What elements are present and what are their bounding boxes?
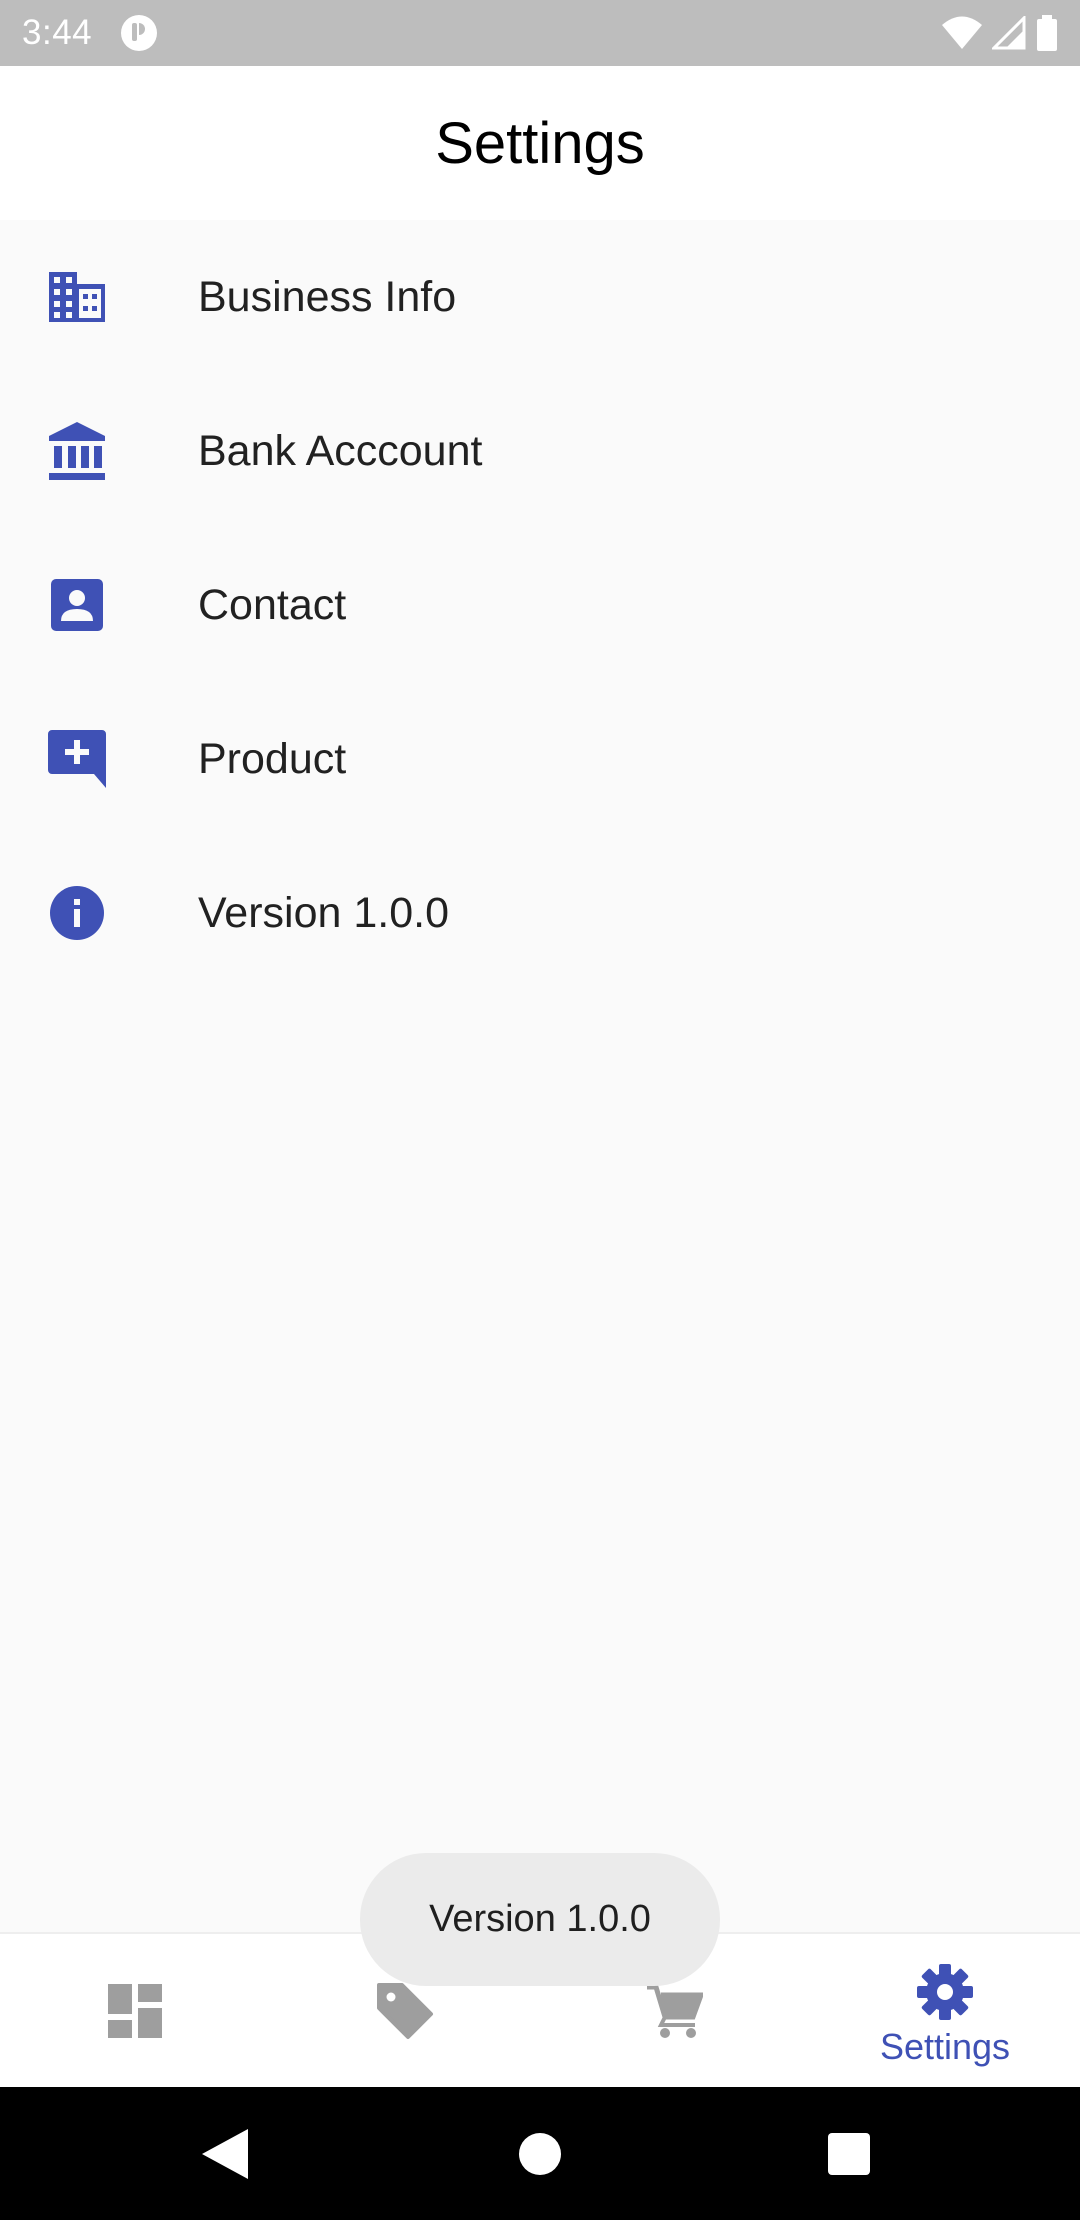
settings-item-business-info[interactable]: Business Info [0, 220, 1080, 374]
settings-item-label: Bank Acccount [198, 426, 483, 475]
status-icons [942, 15, 1058, 51]
status-bar: 3:44 [0, 0, 1080, 66]
dashboard-icon [105, 1981, 165, 2041]
battery-icon [1036, 15, 1058, 51]
settings-item-label: Product [198, 734, 347, 783]
home-button[interactable] [516, 2130, 564, 2178]
recents-button[interactable] [826, 2131, 872, 2177]
wifi-icon [942, 16, 982, 50]
settings-item-product[interactable]: Product [0, 682, 1080, 836]
back-button[interactable] [200, 2127, 250, 2181]
cart-icon [645, 1981, 705, 2041]
gear-icon [915, 1962, 975, 2022]
bank-icon [47, 421, 107, 481]
settings-screen: 3:44 Settings Business Info Bank Acccoun… [0, 0, 1080, 2220]
cell-signal-icon [992, 16, 1026, 50]
tag-icon [375, 1981, 435, 2041]
page-title: Settings [435, 110, 645, 176]
nav-item-dashboard[interactable] [0, 1934, 270, 2087]
notification-app-icon [120, 14, 158, 52]
settings-item-version[interactable]: Version 1.0.0 [0, 836, 1080, 990]
toast-message: Version 1.0.0 [360, 1853, 720, 1986]
settings-list: Business Info Bank Acccount Contact Prod… [0, 220, 1080, 990]
settings-item-label: Business Info [198, 272, 457, 321]
settings-item-label: Version 1.0.0 [198, 888, 450, 937]
nav-item-settings[interactable]: Settings [810, 1934, 1080, 2087]
status-time: 3:44 [22, 13, 93, 52]
system-navigation-bar [0, 2087, 1080, 2220]
nav-label-settings: Settings [879, 2025, 1011, 2067]
info-icon [47, 883, 107, 943]
app-bar: Settings [0, 66, 1080, 220]
settings-item-contact[interactable]: Contact [0, 528, 1080, 682]
add-comment-icon [47, 729, 107, 789]
contact-card-icon [47, 575, 107, 635]
settings-item-label: Contact [198, 580, 347, 629]
settings-item-bank-account[interactable]: Bank Acccount [0, 374, 1080, 528]
business-icon [47, 267, 107, 327]
